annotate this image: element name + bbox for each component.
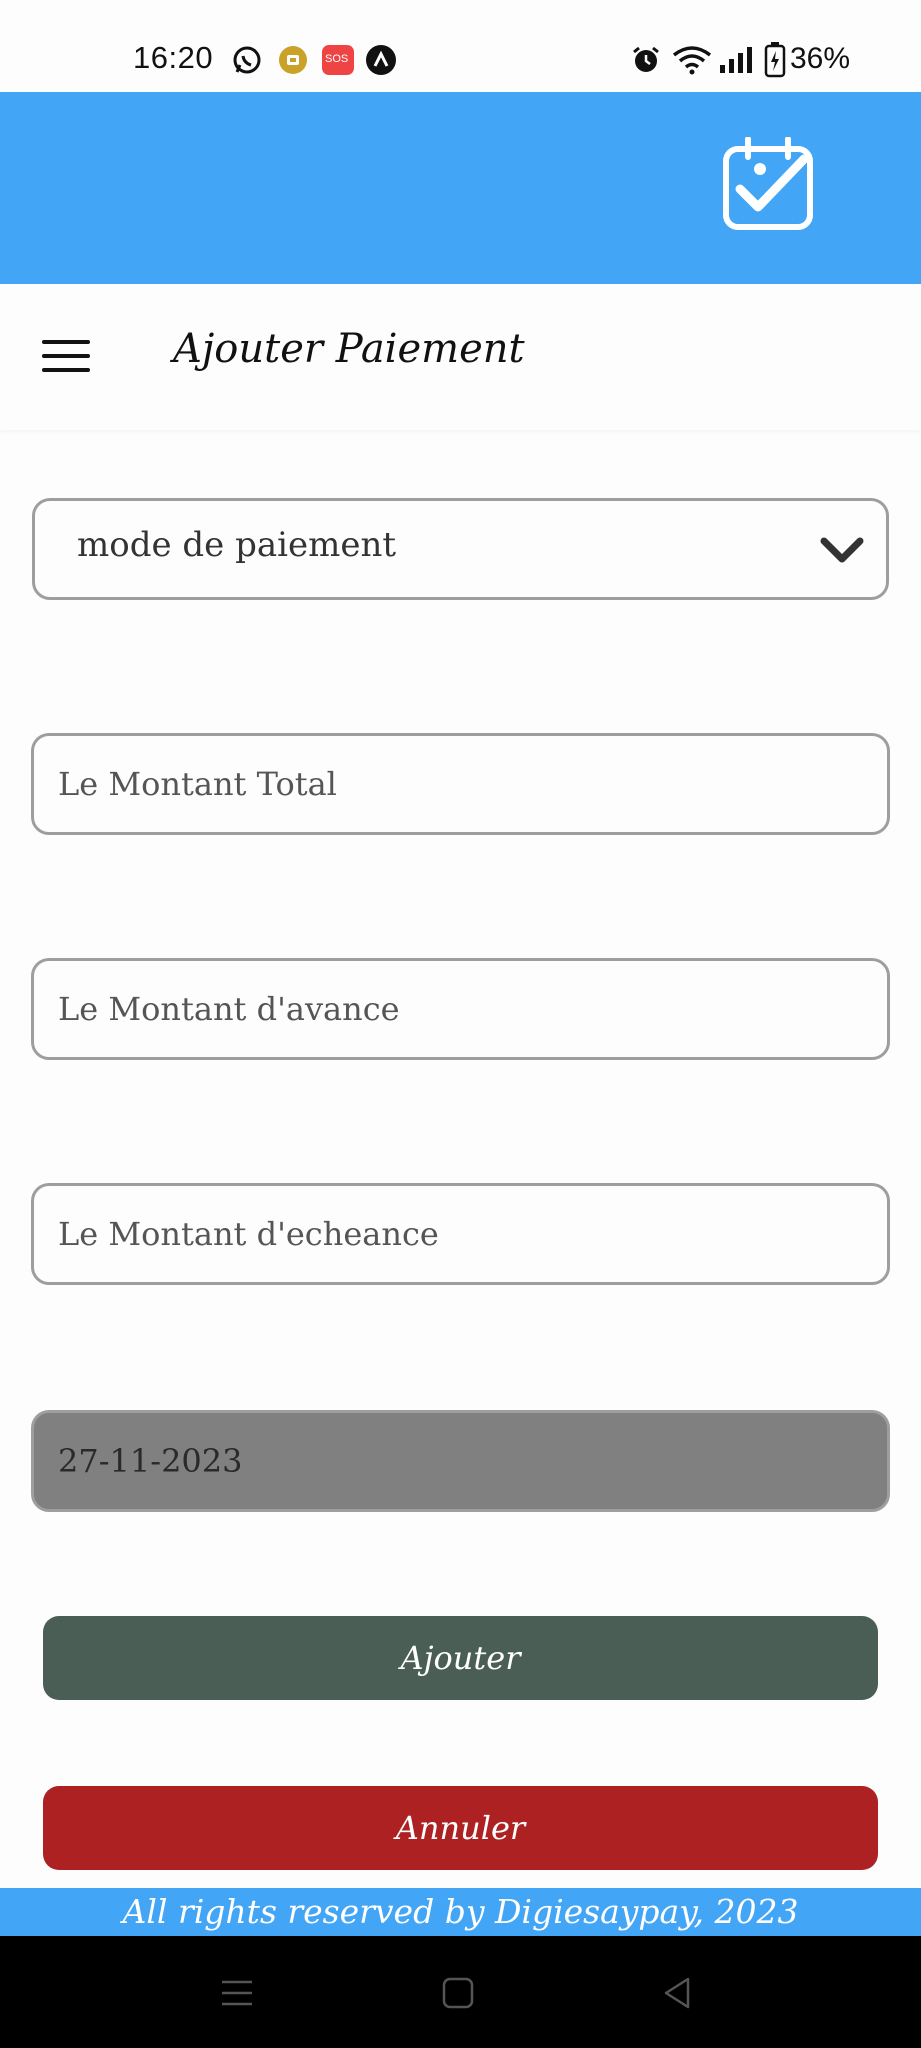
status-time: 16:20: [133, 40, 214, 75]
home-icon[interactable]: [441, 1976, 475, 2014]
wifi-icon: [672, 45, 712, 79]
advance-amount-input[interactable]: Le Montant d'avance: [31, 958, 890, 1060]
app-banner: [0, 92, 921, 284]
recent-apps-icon[interactable]: [220, 1976, 254, 2014]
yellow-app-icon: [278, 45, 308, 79]
navigation-bar: [0, 1936, 921, 2048]
add-button[interactable]: Ajouter: [43, 1616, 878, 1700]
cancel-button[interactable]: Annuler: [43, 1786, 878, 1870]
chevron-down-icon: [820, 535, 864, 569]
payment-mode-label: mode de paiement: [77, 525, 397, 565]
sos-label: SOS: [325, 53, 349, 65]
page-title: Ajouter Paiement: [173, 326, 525, 372]
hamburger-menu-icon[interactable]: [42, 340, 90, 376]
status-bar: 16:20 SOS 36%: [0, 0, 921, 92]
whatsapp-icon: [232, 45, 262, 79]
alarm-icon: [631, 45, 661, 79]
total-amount-input[interactable]: Le Montant Total: [31, 733, 890, 835]
arc-app-icon: [366, 45, 396, 79]
back-icon[interactable]: [660, 1976, 694, 2014]
payment-mode-select[interactable]: mode de paiement: [32, 498, 889, 600]
signal-icon: [718, 45, 756, 79]
due-amount-input[interactable]: Le Montant d'echeance: [31, 1183, 890, 1285]
date-field[interactable]: 27-11-2023: [31, 1410, 890, 1512]
toolbar: Ajouter Paiement: [0, 284, 921, 430]
calendar-check-icon: [720, 136, 816, 237]
footer-copyright: All rights reserved by Digiesaypay, 2023: [0, 1888, 921, 1936]
sos-icon: SOS: [322, 45, 354, 79]
battery-charging-icon: [764, 42, 786, 82]
battery-percent: 36%: [790, 42, 851, 75]
